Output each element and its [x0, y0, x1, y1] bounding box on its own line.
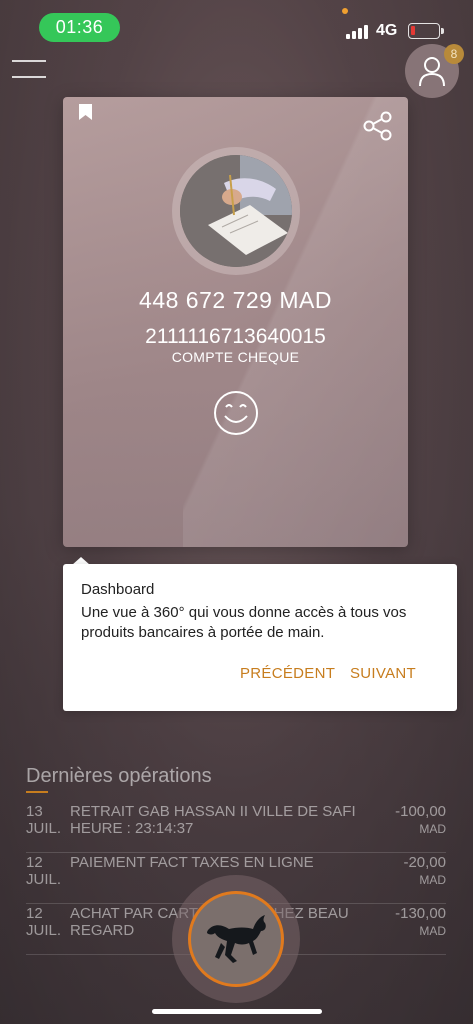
operation-month: JUIL. — [26, 820, 62, 837]
operation-day: 12 — [26, 905, 43, 922]
home-indicator[interactable] — [152, 1009, 322, 1014]
onboarding-tooltip: Dashboard Une vue à 360° qui vous donne … — [63, 564, 457, 711]
operation-amount: -130,00 — [395, 905, 446, 922]
smiley-icon[interactable] — [213, 390, 259, 436]
operation-currency: MAD — [419, 924, 446, 938]
operation-month: JUIL. — [26, 871, 62, 888]
privacy-indicator-dot — [342, 8, 348, 14]
signal-icon — [346, 24, 370, 39]
next-button[interactable]: SUIVANT — [350, 665, 416, 682]
operation-description: RETRAIT GAB HASSAN II VILLE DE SAFI HEUR… — [70, 803, 356, 837]
account-balance: 448 672 729 MAD — [139, 287, 332, 313]
account-photo — [172, 147, 300, 275]
tooltip-text: Une vue à 360° qui vous donne accès à to… — [81, 604, 407, 641]
previous-button[interactable]: PRÉCÉDENT — [240, 665, 335, 682]
horse-logo-icon — [207, 915, 266, 963]
network-label: 4G — [376, 22, 398, 39]
share-icon[interactable] — [363, 111, 393, 141]
battery-fill — [411, 26, 415, 35]
account-number: 211111671364001​5 — [145, 325, 326, 348]
battery-icon — [408, 23, 444, 39]
operation-amount: -20,00 — [403, 854, 446, 871]
operation-month: JUIL. — [26, 922, 62, 939]
account-card[interactable]: 448 672 729 MAD 211111671364001​5 COMPTE… — [63, 97, 408, 547]
status-time[interactable]: 01:36 — [39, 13, 120, 42]
operation-day: 12 — [26, 854, 43, 871]
tooltip-title: Dashboard — [81, 581, 155, 598]
notification-badge[interactable]: 8 — [444, 44, 464, 64]
user-icon — [419, 57, 445, 87]
operations-title-underline — [26, 791, 48, 793]
operations-title: Dernières opérations — [26, 765, 212, 787]
operation-currency: MAD — [419, 873, 446, 887]
operation-description: PAIEMENT FACT TAXES EN LIGNE — [70, 854, 314, 871]
hamburger-menu-icon[interactable] — [12, 60, 46, 80]
operation-row[interactable]: 13 JUIL. RETRAIT GAB HASSAN II VILLE DE … — [26, 803, 446, 853]
bookmark-icon[interactable] — [79, 104, 92, 120]
cheque-signing-image — [180, 155, 292, 267]
status-bar: 01:36 4G — [0, 0, 473, 50]
account-type: COMPTE CHEQUE — [171, 349, 300, 365]
operation-amount: -100,00 — [395, 803, 446, 820]
operation-day: 13 — [26, 803, 43, 820]
main-action-button[interactable] — [188, 891, 284, 987]
operation-currency: MAD — [419, 822, 446, 836]
